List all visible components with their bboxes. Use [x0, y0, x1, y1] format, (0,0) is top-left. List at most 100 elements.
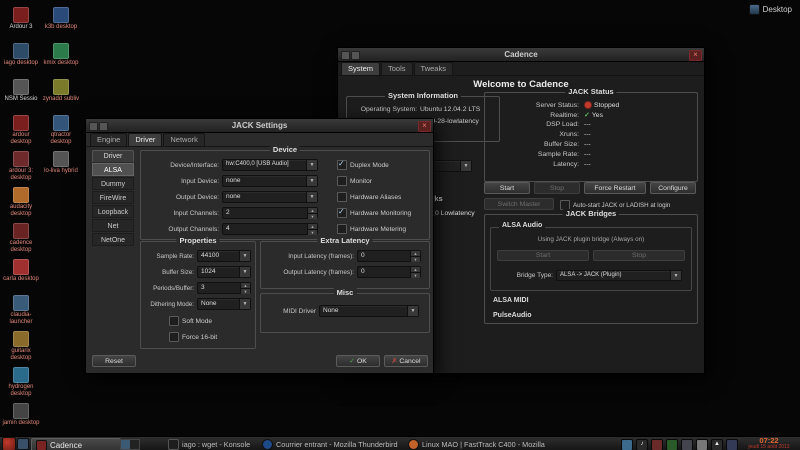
cancel-button[interactable]: ✗Cancel [384, 355, 428, 367]
input-device-select[interactable]: none▼ [222, 175, 318, 187]
taskbar-task-cadence[interactable]: Cadence [31, 438, 121, 450]
desktop-icon-audacity[interactable]: audacity desktop [2, 186, 40, 222]
desktop-icon-iago[interactable]: iago desktop [2, 42, 40, 78]
desktop-icon-carla[interactable]: carla desktop [2, 258, 40, 294]
ok-button[interactable]: ✓OK [336, 355, 380, 367]
jack-settings-titlebar[interactable]: JACK Settings × [86, 119, 433, 133]
jack-status-group: JACK Status Server Status: Stopped Realt… [484, 92, 698, 182]
tab-engine[interactable]: Engine [90, 133, 127, 146]
tray-icon-5[interactable] [681, 439, 693, 450]
desktop-icon-qtractor[interactable]: qtractor desktop [42, 114, 80, 150]
system-tray: ♪ ▲ [621, 439, 738, 450]
soft-mode-checkbox[interactable] [169, 316, 179, 326]
desktop-icon-claudia[interactable]: claudia-launcher [2, 294, 40, 330]
desktop-icon-zynadd[interactable]: zynadd subliv [42, 78, 80, 114]
driver-section-tab[interactable]: Driver [92, 150, 134, 162]
chevron-down-icon: ▼ [306, 160, 317, 170]
tray-icon-8[interactable] [726, 439, 738, 450]
spin-arrows-icon[interactable]: ▲▼ [410, 267, 420, 277]
tab-driver[interactable]: Driver [128, 133, 162, 146]
tab-tools[interactable]: Tools [381, 62, 413, 75]
tray-icon-3[interactable] [651, 439, 663, 450]
start-button[interactable]: Start [484, 182, 530, 194]
tray-icon-6[interactable] [696, 439, 708, 450]
stop-button[interactable]: Stop [534, 182, 580, 194]
close-icon[interactable]: × [418, 121, 431, 132]
driver-item-firewire[interactable]: FireWire [92, 191, 134, 204]
jack-settings-tabbar: Engine Driver Network [90, 133, 205, 146]
plasma-icon [749, 4, 760, 15]
output-latency-row: Output Latency (frames): 0▲▼ [264, 266, 421, 278]
duplex-mode-checkbox[interactable] [337, 160, 347, 170]
digital-clock[interactable]: 07:22 jeudi 15 août 2013 [740, 437, 798, 450]
hardware-monitoring-checkbox[interactable] [337, 208, 347, 218]
desktop-icon-guitarix[interactable]: guitarix desktop [2, 330, 40, 366]
desktop-icon-ardour[interactable]: ardour desktop [2, 114, 40, 150]
dithering-mode-select[interactable]: None▼ [197, 298, 251, 310]
bridge-start-button[interactable]: Start [497, 250, 589, 261]
desktop-icon-ardour3-file[interactable]: ardour 3: desktop [2, 150, 40, 186]
hardware-aliases-checkbox[interactable] [337, 192, 347, 202]
driver-item-loopback[interactable]: Loopback [92, 205, 134, 218]
force-restart-button[interactable]: Force Restart [584, 182, 646, 194]
output-channels-stepper[interactable]: 4▲▼ [222, 223, 318, 235]
app-launcher[interactable] [2, 438, 16, 450]
output-device-select[interactable]: none▼ [222, 191, 318, 203]
ardour-icon [13, 7, 29, 23]
tab-network[interactable]: Network [163, 133, 205, 146]
hardware-metering-checkbox[interactable] [337, 224, 347, 234]
tray-icon-1[interactable] [621, 439, 633, 450]
tray-icon-7[interactable]: ▲ [711, 439, 723, 450]
input-channels-stepper[interactable]: 2▲▼ [222, 207, 318, 219]
spin-arrows-icon[interactable]: ▲▼ [410, 251, 420, 261]
desktop-icon-kmix[interactable]: kmix desktop [42, 42, 80, 78]
driver-item-alsa[interactable]: ALSA [92, 163, 134, 176]
pager[interactable] [120, 438, 140, 450]
chevron-down-icon: ▼ [460, 161, 471, 171]
close-icon[interactable]: × [689, 50, 702, 61]
switch-master-button[interactable]: Switch Master [484, 198, 554, 210]
output-latency-stepper[interactable]: 0▲▼ [357, 266, 421, 278]
taskbar-task-mozilla[interactable]: Linux MAO | FastTrack C400 - Mozilla [408, 438, 546, 450]
clock-date: jeudi 15 août 2013 [740, 445, 798, 450]
desktop-icon-jamin[interactable]: jamin desktop [2, 402, 40, 438]
tab-system[interactable]: System [341, 62, 380, 75]
desktop-icon-cadence[interactable]: cadence desktop [2, 222, 40, 258]
buffer-size-select[interactable]: 1024▼ [197, 266, 251, 278]
driver-item-net[interactable]: Net [92, 219, 134, 232]
spin-arrows-icon[interactable]: ▲▼ [307, 224, 317, 234]
hardware-monitoring-row: Hardware Monitoring [337, 208, 411, 218]
tray-icon-4[interactable] [666, 439, 678, 450]
show-desktop-button[interactable] [17, 438, 29, 450]
sample-rate-select[interactable]: 44100▼ [197, 250, 251, 262]
configure-button[interactable]: Configure [650, 182, 696, 194]
driver-item-netone[interactable]: NetOne [92, 233, 134, 246]
reset-button[interactable]: Reset [92, 355, 136, 367]
desktop-toolbox[interactable]: Desktop [749, 4, 792, 15]
desktop-icon-hydrogen[interactable]: hydrogen desktop [2, 366, 40, 402]
monitor-checkbox[interactable] [337, 176, 347, 186]
midi-driver-select[interactable]: None▼ [319, 305, 419, 317]
spin-arrows-icon[interactable]: ▲▼ [240, 283, 250, 293]
taskbar-task-konsole[interactable]: iago : wget - Konsole [168, 438, 256, 450]
device-interface-select[interactable]: hw:C400,0 [USB Audio]▼ [222, 159, 318, 171]
hydrogen-icon [13, 367, 29, 383]
guitarix-icon [13, 331, 29, 347]
driver-item-dummy[interactable]: Dummy [92, 177, 134, 190]
desktop-icon-k3b[interactable]: k3b desktop [42, 6, 80, 42]
tray-icon-2[interactable]: ♪ [636, 439, 648, 450]
cadence-titlebar[interactable]: Cadence × [338, 48, 704, 62]
periods-buffer-stepper[interactable]: 3▲▼ [197, 282, 251, 294]
output-channels-row: Output Channels: 4▲▼ [145, 223, 318, 235]
desktop-icon-lo-hybrid[interactable]: lo-liva hybrid [42, 150, 80, 186]
force-16bit-checkbox[interactable] [169, 332, 179, 342]
desktop-icon-nsm[interactable]: NSM Sessio [2, 78, 40, 114]
input-latency-stepper[interactable]: 0▲▼ [357, 250, 421, 262]
cadence-icon [13, 223, 29, 239]
tab-tweaks[interactable]: Tweaks [414, 62, 453, 75]
desktop-icon-ardour3[interactable]: Ardour 3 [2, 6, 40, 42]
spin-arrows-icon[interactable]: ▲▼ [307, 208, 317, 218]
bridge-type-select[interactable]: ALSA -> JACK (Plugin) ▼ [556, 270, 682, 281]
bridge-stop-button[interactable]: Stop [593, 250, 685, 261]
taskbar-task-thunderbird[interactable]: Courrier entrant - Mozilla Thunderbird [262, 438, 402, 450]
